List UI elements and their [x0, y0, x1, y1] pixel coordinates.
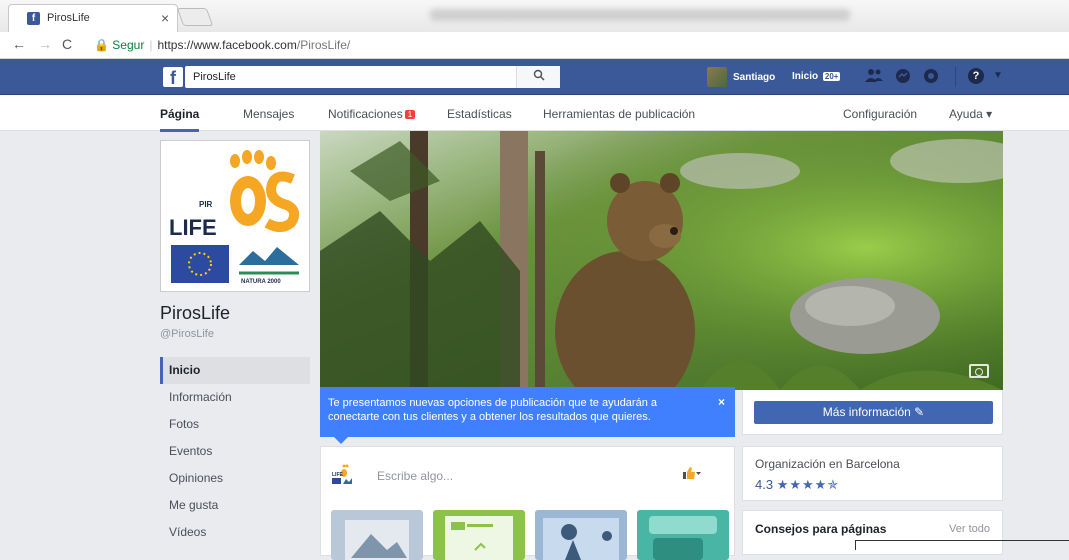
- tooltip-text: Te presentamos nuevas opciones de public…: [328, 397, 658, 423]
- url-field[interactable]: 🔒 Segur | https://www.facebook.com/PirosLi…: [94, 38, 350, 52]
- facebook-header: f PirosLife Santiago Inicio 20+ ? ▼: [0, 59, 1069, 95]
- page-title[interactable]: PirosLife: [160, 303, 230, 324]
- search-value: PirosLife: [193, 71, 236, 83]
- svg-text:NATURA 2000: NATURA 2000: [241, 279, 281, 285]
- rating-value: 4.3: [755, 477, 774, 492]
- secure-label: Segur: [112, 38, 145, 52]
- tips-title: Consejos para páginas: [755, 522, 887, 536]
- rating[interactable]: 4.3 ★★★★✯: [755, 477, 839, 493]
- star-rating-icon: ★★★★✯: [776, 477, 840, 492]
- lock-icon: 🔒: [94, 38, 109, 52]
- reload-icon[interactable]: C: [62, 36, 72, 52]
- notifications-globe-icon[interactable]: [922, 68, 940, 86]
- overlay-line: [855, 540, 1069, 541]
- composer-input[interactable]: Escribe algo...: [377, 469, 453, 483]
- post-composer: LIFE Escribe algo...: [320, 446, 735, 560]
- home-label: Inicio: [792, 71, 819, 82]
- messages-icon[interactable]: [894, 68, 912, 86]
- user-profile-link[interactable]: Santiago: [707, 67, 775, 87]
- post-type-cards: [331, 510, 729, 560]
- tab-page[interactable]: Página: [160, 107, 200, 132]
- back-arrow-icon[interactable]: ←: [12, 36, 26, 52]
- url-path: /PirosLife/: [296, 38, 351, 52]
- message-post-card[interactable]: [637, 510, 729, 560]
- sidebar-item-me-gusta[interactable]: Me gusta: [160, 492, 310, 519]
- home-badge: 20+: [822, 72, 841, 81]
- tab-notifications[interactable]: Notificaciones 1: [328, 107, 416, 121]
- see-all-link[interactable]: Ver todo: [949, 523, 990, 535]
- window-title-blurred: [430, 9, 850, 21]
- left-navigation: Inicio Información Fotos Eventos Opinion…: [160, 357, 310, 546]
- offer-post-card[interactable]: [433, 510, 525, 560]
- header-divider: [955, 67, 956, 87]
- tab-help[interactable]: Ayuda ▾: [949, 107, 992, 121]
- pencil-icon: ✎: [914, 405, 925, 419]
- friend-requests-icon[interactable]: [865, 68, 883, 86]
- home-link[interactable]: Inicio 20+: [792, 71, 841, 82]
- more-info-label: Más información: [822, 405, 911, 419]
- sidebar-item-informacion[interactable]: Información: [160, 384, 310, 411]
- search-icon[interactable]: [516, 66, 560, 88]
- page-avatar-icon: LIFE: [332, 464, 352, 484]
- close-icon[interactable]: ×: [718, 395, 725, 409]
- sidebar-item-eventos[interactable]: Eventos: [160, 438, 310, 465]
- address-bar: ← → C 🔒 Segur | https://www.facebook.com/P…: [0, 32, 1069, 59]
- camera-icon[interactable]: [969, 364, 989, 378]
- url-host: https://www.facebook.com: [157, 38, 297, 52]
- more-info-card: Más información ✎: [742, 390, 1003, 435]
- user-name: Santiago: [733, 71, 776, 83]
- piroslife-logo: PIR LIFE NATURA 2000: [169, 150, 300, 285]
- sidebar-item-videos[interactable]: Vídeos: [160, 519, 310, 546]
- new-tab-button[interactable]: [176, 8, 214, 26]
- profile-picture[interactable]: PIR LIFE NATURA 2000: [160, 140, 310, 292]
- post-as-dropdown-icon[interactable]: [683, 467, 701, 482]
- about-card: Organización en Barcelona 4.3 ★★★★✯: [742, 446, 1003, 501]
- organization-type[interactable]: Organización en Barcelona: [755, 457, 900, 471]
- tab-publishing-tools[interactable]: Herramientas de publicación: [543, 107, 695, 121]
- publishing-tooltip: Te presentamos nuevas opciones de public…: [320, 387, 735, 444]
- browser-tab[interactable]: f PirosLife ×: [8, 4, 178, 32]
- search-input[interactable]: PirosLife: [185, 66, 560, 88]
- event-post-card[interactable]: [535, 510, 627, 560]
- facebook-favicon-icon: f: [27, 12, 40, 25]
- page-tips-card: Consejos para páginas Ver todo: [742, 510, 1003, 555]
- more-info-button[interactable]: Más información ✎: [754, 401, 993, 424]
- sidebar-item-fotos[interactable]: Fotos: [160, 411, 310, 438]
- account-menu-icon[interactable]: ▼: [993, 70, 1003, 81]
- tab-settings[interactable]: Configuración: [843, 107, 917, 121]
- page-tabs: Página Mensajes Notificaciones 1 Estadíst…: [0, 95, 1069, 132]
- tab-messages[interactable]: Mensajes: [243, 107, 294, 121]
- bear-forest-image: [320, 131, 1003, 390]
- avatar: [707, 67, 727, 87]
- help-icon[interactable]: ?: [968, 68, 984, 84]
- photo-post-card[interactable]: [331, 510, 423, 560]
- tab-notifications-label: Notificaciones: [328, 107, 403, 121]
- tab-title: PirosLife: [47, 12, 90, 24]
- svg-text:PIR: PIR: [199, 200, 213, 209]
- svg-text:LIFE: LIFE: [332, 472, 343, 478]
- page-handle[interactable]: @PirosLife: [160, 328, 214, 340]
- cover-photo[interactable]: [320, 131, 1003, 390]
- browser-tabstrip: f PirosLife ×: [0, 0, 1069, 32]
- notifications-badge: 1: [404, 110, 416, 119]
- sidebar-item-opiniones[interactable]: Opiniones: [160, 465, 310, 492]
- sidebar-item-inicio[interactable]: Inicio: [160, 357, 310, 384]
- tab-statistics[interactable]: Estadísticas: [447, 107, 512, 121]
- facebook-logo-icon[interactable]: f: [163, 67, 183, 88]
- tab-close-icon[interactable]: ×: [161, 10, 169, 26]
- forward-arrow-icon[interactable]: →: [38, 36, 52, 52]
- svg-text:LIFE: LIFE: [169, 215, 217, 240]
